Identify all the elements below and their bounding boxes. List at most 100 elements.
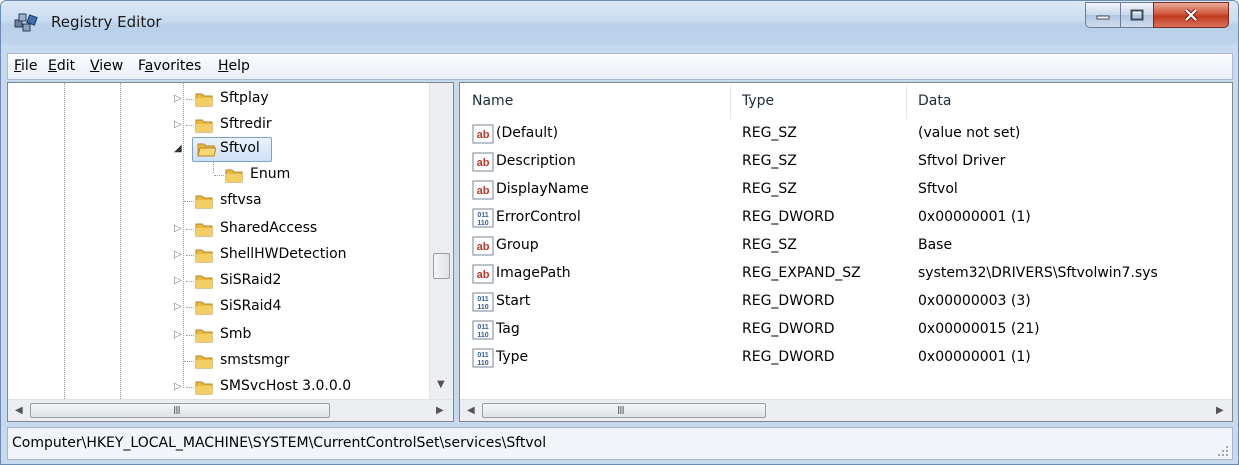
tree-item-sharedaccess[interactable]: ▷ SharedAccess <box>8 217 428 243</box>
folder-icon <box>195 355 213 369</box>
value-row[interactable]: 011 110 Type REG_DWORD 0x00000001 (1) <box>460 345 1232 373</box>
tree-horizontal-scroll-thumb[interactable]: III <box>30 403 330 418</box>
string-value-icon: ab <box>472 124 494 144</box>
scroll-down-arrow-icon[interactable]: ▼ <box>437 379 445 390</box>
value-name: Type <box>496 349 529 365</box>
expand-arrow-icon[interactable]: ▷ <box>174 249 182 260</box>
column-separator[interactable] <box>730 85 731 119</box>
value-row[interactable]: ab Group REG_SZ Base <box>460 233 1232 261</box>
column-separator[interactable] <box>906 85 907 119</box>
tree-item-label: Sftvol <box>220 140 260 156</box>
tree-branch-line <box>186 125 194 126</box>
column-header-type[interactable]: Type <box>742 93 774 109</box>
minimize-button[interactable] <box>1085 2 1121 28</box>
value-name: ImagePath <box>496 265 571 281</box>
value-type: REG_EXPAND_SZ <box>742 265 861 281</box>
value-type: REG_SZ <box>742 181 797 197</box>
expand-arrow-icon[interactable]: ▷ <box>174 275 182 286</box>
expand-arrow-icon[interactable]: ▷ <box>174 119 182 130</box>
maximize-button[interactable] <box>1120 2 1154 28</box>
scroll-right-arrow-icon[interactable]: ▶ <box>436 405 444 416</box>
registry-editor-app-icon <box>14 13 38 32</box>
tree-item-label: ShellHWDetection <box>220 246 347 262</box>
binary-value-icon: 011110 <box>472 292 494 312</box>
value-row[interactable]: 011 110 ErrorControl REG_DWORD 0x00000001 (1… <box>460 205 1232 233</box>
list-horizontal-scrollbar[interactable]: ◀ III ▶ <box>460 399 1232 421</box>
value-row[interactable]: ab Description REG_SZ Sftvol Driver <box>460 149 1232 177</box>
close-icon <box>1184 8 1198 22</box>
tree-item-sisraid2[interactable]: ▷ SiSRaid2 <box>8 269 428 295</box>
folder-icon <box>195 301 213 315</box>
tree-item-sftredir[interactable]: ▷ Sftredir <box>8 113 428 139</box>
tree-item-smsvchost[interactable]: ▷ SMSvcHost 3.0.0.0 <box>8 375 428 401</box>
close-button[interactable] <box>1153 2 1229 28</box>
tree-item-enum[interactable]: Enum <box>8 163 428 189</box>
value-row[interactable]: ab ImagePath REG_EXPAND_SZ system32\DRIVERS… <box>460 261 1232 289</box>
folder-icon <box>195 329 213 343</box>
tree-item-sisraid4[interactable]: ▷ SiSRaid4 <box>8 295 428 321</box>
tree-item-label: sftvsa <box>220 192 262 208</box>
tree-item-shellhwdetection[interactable]: ▷ ShellHWDetection <box>8 243 428 269</box>
maximize-icon <box>1130 9 1144 21</box>
tree-branch-line <box>186 99 194 100</box>
value-row[interactable]: 011 110 Start REG_DWORD 0x00000003 (3) <box>460 289 1232 317</box>
value-data: 0x00000001 (1) <box>918 349 1031 365</box>
title-bar[interactable]: Registry Editor <box>1 1 1238 45</box>
scroll-left-arrow-icon[interactable]: ◀ <box>15 405 23 416</box>
expand-arrow-icon[interactable]: ▷ <box>174 93 182 104</box>
tree-horizontal-scrollbar[interactable]: ◀ III ▶ <box>8 399 453 421</box>
scroll-grip: III <box>617 404 625 417</box>
tree-item-smb[interactable]: ▷ Smb <box>8 323 428 349</box>
tree-vertical-scroll-thumb[interactable] <box>433 253 450 279</box>
key-tree-pane[interactable]: ▷ Sftplay ▷ Sftredir ◢ Sftvol Enum sftvs… <box>7 82 454 422</box>
tree-item-sftplay[interactable]: ▷ Sftplay <box>8 87 428 113</box>
value-name: (Default) <box>496 125 559 141</box>
svg-text:ab: ab <box>477 269 490 281</box>
tree-branch-line <box>186 307 194 308</box>
expand-arrow-icon[interactable]: ▷ <box>174 301 182 312</box>
tree-branch-line <box>184 361 194 362</box>
tree-vertical-scrollbar[interactable]: ▼ <box>429 83 453 399</box>
menu-file[interactable]: File <box>14 58 37 74</box>
expand-arrow-icon[interactable]: ▷ <box>174 223 182 234</box>
values-list-pane[interactable]: Name Type Data ab (Default) REG_SZ (value n… <box>459 82 1233 422</box>
tree-item-sftvol[interactable]: ◢ Sftvol <box>8 137 428 163</box>
value-name: Tag <box>496 321 520 337</box>
svg-text:110: 110 <box>477 332 488 339</box>
svg-text:011: 011 <box>477 324 488 331</box>
value-row[interactable]: 011 110 Tag REG_DWORD 0x00000015 (21) <box>460 317 1232 345</box>
tree-branch-line <box>186 387 194 388</box>
menu-edit[interactable]: Edit <box>48 58 75 74</box>
expand-arrow-icon[interactable]: ▷ <box>174 381 182 392</box>
column-header-name[interactable]: Name <box>472 93 513 109</box>
svg-text:011: 011 <box>477 296 488 303</box>
value-name: ErrorControl <box>496 209 581 225</box>
tree-item-smstsmgr[interactable]: smstsmgr <box>8 349 428 375</box>
tree-item-label: SiSRaid2 <box>220 272 282 288</box>
column-header-data[interactable]: Data <box>918 93 951 109</box>
value-row[interactable]: ab (Default) REG_SZ (value not set) <box>460 121 1232 149</box>
expand-arrow-icon[interactable]: ▷ <box>174 329 182 340</box>
value-name: Description <box>496 153 576 169</box>
resize-grip-icon[interactable] <box>1217 445 1229 457</box>
binary-value-icon: 011110 <box>472 348 494 368</box>
menu-view[interactable]: View <box>90 58 123 74</box>
value-data: Base <box>918 237 953 253</box>
svg-text:110: 110 <box>477 220 488 227</box>
tree-item-sftvsa[interactable]: sftvsa <box>8 189 428 215</box>
menu-help[interactable]: Help <box>218 58 250 74</box>
tree-item-label: SharedAccess <box>220 220 318 236</box>
scroll-right-arrow-icon[interactable]: ▶ <box>1216 405 1224 416</box>
scroll-left-arrow-icon[interactable]: ◀ <box>467 405 475 416</box>
collapse-arrow-icon[interactable]: ◢ <box>174 143 182 154</box>
scroll-grip: III <box>173 404 181 417</box>
tree-branch-line <box>186 281 194 282</box>
list-horizontal-scroll-thumb[interactable]: III <box>482 403 766 418</box>
menu-favorites[interactable]: Favorites <box>138 58 201 74</box>
tree-item-label: SMSvcHost 3.0.0.0 <box>220 378 352 394</box>
string-value-icon: ab <box>472 236 494 256</box>
tree-branch-line <box>186 229 194 230</box>
value-row[interactable]: ab DisplayName REG_SZ Sftvol <box>460 177 1232 205</box>
folder-icon <box>195 249 213 263</box>
value-data: 0x00000015 (21) <box>918 321 1040 337</box>
